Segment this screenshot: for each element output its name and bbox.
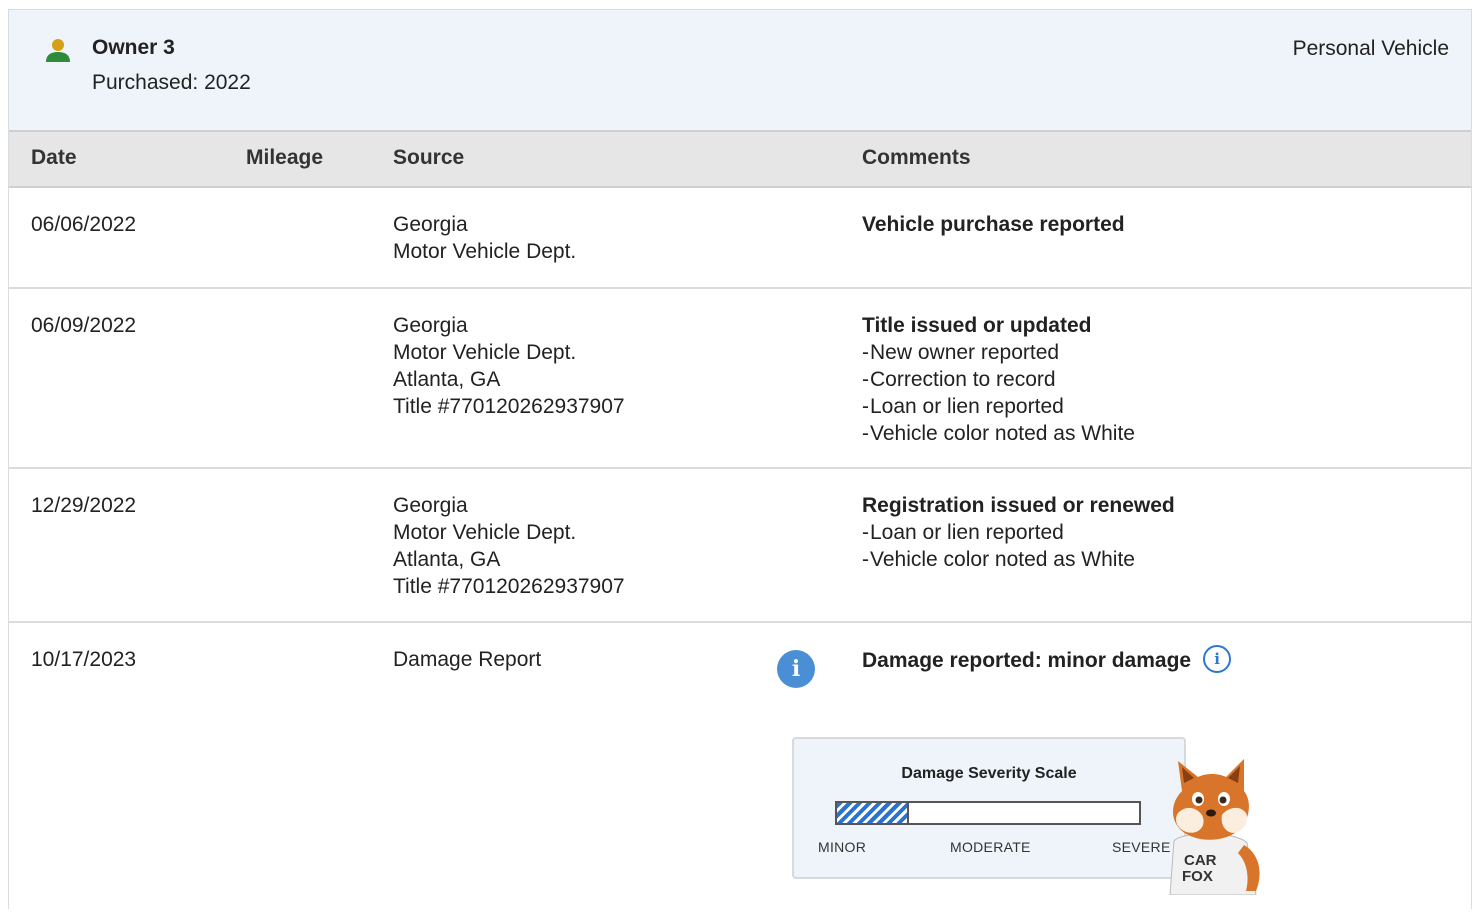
- info-icon[interactable]: i: [777, 650, 815, 688]
- owner-purchased-year: Purchased: 2022: [92, 71, 251, 94]
- source-line: Atlanta, GA: [393, 368, 501, 391]
- row-comments: Damage reported: minor damage i: [862, 645, 1232, 675]
- comment-item: Vehicle color noted as White: [862, 546, 1175, 573]
- row-comments: Registration issued or renewed Loan or l…: [862, 492, 1175, 573]
- comment-item: Vehicle color noted as White: [862, 420, 1135, 447]
- owner-header: Owner 3 Purchased: 2022 Personal Vehicle: [9, 10, 1471, 131]
- source-line: Title #770120262937907: [393, 575, 625, 598]
- comment-item: New owner reported: [862, 339, 1135, 366]
- comment-item: Correction to record: [862, 366, 1135, 393]
- damage-comment-title: Damage reported: minor damage: [862, 649, 1192, 672]
- column-header-comments: Comments: [862, 146, 971, 169]
- row-date: 06/06/2022: [31, 213, 137, 236]
- source-line: Motor Vehicle Dept.: [393, 521, 577, 544]
- row-source: Georgia Motor Vehicle Dept. Atlanta, GA …: [393, 492, 625, 600]
- vehicle-type: Personal Vehicle: [1292, 37, 1449, 60]
- row-comments: Vehicle purchase reported: [862, 211, 1125, 238]
- table-row: 12/29/2022 Georgia Motor Vehicle Dept. A…: [9, 469, 1471, 623]
- owner-title: Owner 3: [92, 36, 175, 59]
- source-line: Georgia: [393, 213, 468, 236]
- comment-title: Title issued or updated: [862, 314, 1092, 337]
- damage-severity-scale: Damage Severity Scale MINOR MODERATE SEV…: [792, 737, 1186, 879]
- row-source: Georgia Motor Vehicle Dept.: [393, 211, 576, 265]
- fox-mascot-icon: CAR FOX: [1169, 759, 1260, 895]
- row-date: 12/29/2022: [31, 494, 137, 517]
- column-header-source: Source: [393, 146, 465, 169]
- row-date: 10/17/2023: [31, 648, 137, 671]
- column-header-date: Date: [31, 146, 77, 169]
- comment-title: Damage reported: minor damage i: [862, 645, 1232, 675]
- column-header-mileage: Mileage: [246, 146, 324, 169]
- table-row: 06/06/2022 Georgia Motor Vehicle Dept. V…: [9, 188, 1471, 289]
- source-line: Atlanta, GA: [393, 548, 501, 571]
- comment-item: Loan or lien reported: [862, 519, 1175, 546]
- source-line: Motor Vehicle Dept.: [393, 240, 577, 263]
- source-line: Motor Vehicle Dept.: [393, 341, 577, 364]
- mascot-shirt-text: CAR: [1184, 852, 1217, 869]
- row-date: 06/09/2022: [31, 314, 137, 337]
- row-comments: Title issued or updated New owner report…: [862, 312, 1135, 447]
- row-source: Georgia Motor Vehicle Dept. Atlanta, GA …: [393, 312, 625, 420]
- table-row: 06/09/2022 Georgia Motor Vehicle Dept. A…: [9, 289, 1471, 469]
- person-icon: [46, 39, 70, 62]
- severity-title: Damage Severity Scale: [901, 765, 1077, 782]
- comment-title: Registration issued or renewed: [862, 494, 1175, 517]
- history-table-header: Date Mileage Source Comments: [9, 130, 1471, 188]
- source-line: Damage Report: [393, 648, 542, 671]
- comment-title: Vehicle purchase reported: [862, 213, 1125, 236]
- info-outline-icon[interactable]: i: [1203, 645, 1232, 674]
- mascot-shirt-text: FOX: [1182, 868, 1213, 885]
- source-line: Title #770120262937907: [393, 395, 625, 418]
- source-line: Georgia: [393, 314, 468, 337]
- source-line: Georgia: [393, 494, 468, 517]
- severity-fill: [837, 803, 910, 823]
- comment-item: Loan or lien reported: [862, 393, 1135, 420]
- row-source: Damage Report: [393, 646, 541, 673]
- severity-label-moderate: MODERATE: [950, 839, 1031, 855]
- severity-track: [835, 801, 1141, 825]
- severity-label-minor: MINOR: [818, 839, 867, 855]
